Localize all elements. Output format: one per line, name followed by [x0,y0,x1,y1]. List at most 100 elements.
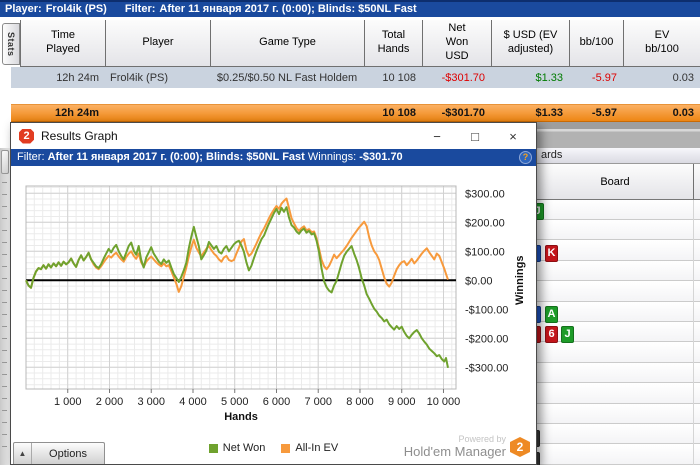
legend-item-net-won: Net Won [208,442,266,454]
ruler-tick [2,206,7,207]
column-header-player[interactable]: Player [106,20,211,66]
ruler-tick [2,266,7,267]
winnings-label: Winnings: [307,151,357,163]
x-tick-label: 1 000 [54,396,82,408]
window-controls: − □ × [418,123,532,149]
cell: Frol4ik (PS) [110,71,169,84]
dialog-filter-label: Filter: [17,151,45,163]
table-row-player[interactable]: 12h 24m Frol4ik (PS) $0.25/$0.50 NL Fast H… [11,67,700,88]
hand-row[interactable] [537,342,700,363]
hand-row[interactable] [537,424,700,445]
column-header-game-type[interactable]: Game Type [211,20,365,66]
playing-card-J: J [561,326,574,343]
cell: $0.25/$0.50 NL Fast Holdem [216,71,358,84]
cell: -$301.70 [441,71,485,84]
hand-row[interactable] [537,363,700,384]
help-icon[interactable]: ? [519,151,532,164]
ruler-tick [2,398,7,399]
hand-row[interactable] [537,240,700,261]
column-header--usd-ev-adjusted-[interactable]: $ USD (EV adjusted) [492,20,570,66]
cell: -5.97 [591,71,617,84]
ruler-tick [2,386,7,387]
close-button[interactable]: × [494,123,532,149]
playing-card-K: K [545,245,558,262]
legend-item-all-in-ev: All-In EV [281,442,338,454]
cell: -$301.70 [441,107,485,119]
column-header-net-won-usd[interactable]: Net Won USD [423,20,492,66]
results-chart: 1 000 2 000 3 000 4 000 5 000 6 000 7 000 8 000… [25,185,526,423]
y-axis-label: Winnings [514,256,526,305]
hm2-main-window: Player: Frol4ik (PS) Filter: After 11 январ… [0,0,700,465]
scrollbar-thumb[interactable] [1,150,9,174]
legend-swatch [281,443,291,453]
hand-row[interactable] [537,404,700,424]
hand-row[interactable] [537,281,700,302]
x-tick-label: 5 000 [221,396,249,408]
x-tick-label: 10 000 [427,396,461,408]
filter-value: After 11 января 2017 г. (0:00); Blinds: … [159,3,417,15]
y-tick-label: -$100.00 [465,304,508,316]
cards-section-label: ards [541,149,563,161]
x-tick-label: 7 000 [304,396,332,408]
column-header-time-played[interactable]: Time Played [21,20,106,66]
minimize-button[interactable]: − [418,123,456,149]
x-axis-label: Hands [224,411,258,423]
tab-stats[interactable]: Stats [2,23,20,65]
hm2-badge-icon: 2 [510,437,530,457]
y-tick-label: -$300.00 [465,362,508,374]
powered-by-line2: Hold'em Manager [403,443,506,459]
ruler-tick [2,362,7,363]
y-tick-label: -$200.00 [465,333,508,345]
hand-row[interactable] [537,383,700,404]
options-button-label: Options [49,447,87,460]
x-tick-label: 3 000 [137,396,165,408]
board-header-label: Board [600,175,630,188]
x-tick-label: 8 000 [346,396,374,408]
winnings-value: -$301.70 [359,151,403,163]
cell: -5.97 [591,107,617,119]
hm2-logo-icon: 2 [19,128,34,144]
hand-row[interactable] [537,220,700,241]
tab-stats-label: Stats [6,31,16,57]
ruler-tick [2,290,7,291]
ruler-tick [2,326,7,327]
results-graph-dialog: 2 Results Graph − □ × Filter: After 11 янв… [10,122,537,465]
player-label: Player: [5,3,42,15]
maximize-button[interactable]: □ [456,123,494,149]
column-header-total-hands[interactable]: Total Hands [365,20,423,66]
ruler-tick [2,278,7,279]
hand-row[interactable] [537,444,700,465]
ruler-tick [2,302,7,303]
status-bar: Player: Frol4ik (PS) Filter: After 11 январ… [0,0,700,17]
legend-label: Net Won [222,442,266,454]
column-separator [693,200,694,465]
dialog-title-bar[interactable]: 2 Results Graph − □ × [11,123,536,149]
column-header-ev-bb-100[interactable]: EV bb/100 [624,20,700,66]
hand-row[interactable] [537,200,700,220]
ruler-tick [2,254,7,255]
stats-table-header: Time Played Player Game Type Total Hands Net… [20,20,700,67]
y-tick-label: $300.00 [465,188,505,200]
cell: 12h 24m [56,71,99,84]
x-tick-label: 2 000 [96,396,124,408]
ruler-tick [2,338,7,339]
hand-row[interactable] [537,261,700,282]
powered-by: Powered by Hold'em Manager [403,434,506,459]
y-tick-label: $0.00 [465,275,493,287]
x-tick-label: 4 000 [179,396,207,408]
column-header-board[interactable]: Board [537,164,700,200]
cell: 12h 24m [54,107,99,119]
y-tick-label: $200.00 [465,217,505,229]
ruler-tick [2,374,7,375]
ruler-tick [2,410,7,411]
x-tick-label: 9 000 [388,396,416,408]
playing-card-A: A [545,306,558,323]
toolbar-remnant [537,122,700,148]
hands-board-panel: ards Board JKA6J [527,122,700,465]
options-button[interactable]: ▲ Options [13,442,105,464]
hand-row[interactable] [537,302,700,322]
cell: 0.03 [672,107,694,119]
player-value: Frol4ik (PS) [45,3,107,15]
column-header-bb-100[interactable]: bb/100 [570,20,624,66]
cell: 10 108 [382,71,416,84]
